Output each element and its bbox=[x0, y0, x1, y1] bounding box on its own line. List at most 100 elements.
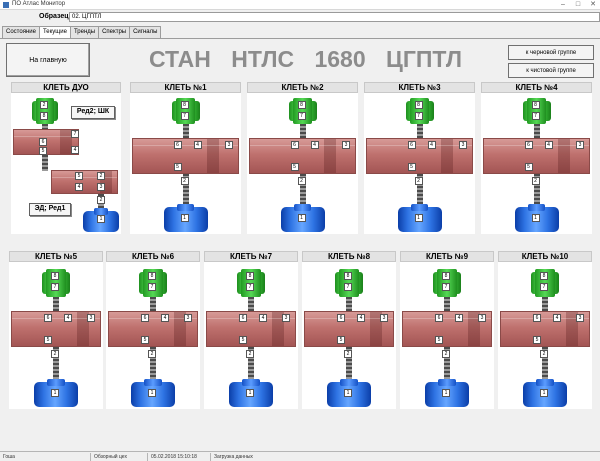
sensor-tag[interactable]: 2 bbox=[148, 350, 156, 358]
sensor-tag[interactable]: 2 bbox=[97, 172, 105, 180]
sensor-tag[interactable]: 6 bbox=[533, 314, 541, 322]
sensor-tag[interactable]: 7 bbox=[71, 130, 79, 138]
tab-signals[interactable]: Сигналы bbox=[129, 26, 162, 38]
stand-panel[interactable]: КЛЕТЬ №7 8 7 6 4 3 5 2 1 bbox=[204, 251, 298, 409]
sensor-tag[interactable]: 2 bbox=[531, 177, 540, 185]
sensor-tag[interactable]: 3 bbox=[459, 141, 467, 149]
sensor-tag[interactable]: 8 bbox=[540, 272, 548, 280]
sensor-tag[interactable]: 2 bbox=[344, 350, 352, 358]
sensor-tag[interactable]: 4 bbox=[553, 314, 561, 322]
sensor-tag[interactable]: 7 bbox=[148, 283, 156, 291]
sensor-tag[interactable]: 7 bbox=[442, 283, 450, 291]
sensor-tag[interactable]: 1 bbox=[531, 214, 540, 222]
sensor-tag[interactable]: 4 bbox=[427, 141, 436, 149]
sensor-tag[interactable]: 2 bbox=[442, 350, 450, 358]
sensor-tag[interactable]: 3 bbox=[380, 314, 388, 322]
sensor-tag[interactable]: 1 bbox=[246, 389, 254, 397]
sample-field[interactable]: 02. ЦГПТЛ bbox=[69, 12, 600, 22]
tab-trends[interactable]: Тренды bbox=[69, 26, 100, 38]
tab-status[interactable]: Состояние bbox=[2, 26, 40, 38]
sensor-tag[interactable]: 8 bbox=[531, 101, 540, 109]
sensor-tag[interactable]: 4 bbox=[193, 141, 202, 149]
stand-panel[interactable]: КЛЕТЬ №2 8 7 6 4 3 5 2 1 bbox=[247, 82, 358, 234]
sensor-tag[interactable]: 7 bbox=[51, 283, 59, 291]
sensor-tag[interactable]: 8 bbox=[180, 101, 189, 109]
stand-panel[interactable]: КЛЕТЬ №5 8 7 6 4 3 5 2 1 bbox=[9, 251, 103, 409]
sensor-tag[interactable]: 3 bbox=[342, 141, 350, 149]
sensor-tag[interactable]: 6 bbox=[39, 138, 47, 146]
reducer-info-button[interactable]: Ред2; ШК bbox=[71, 106, 115, 119]
stand-panel[interactable]: КЛЕТЬ №4 8 7 6 4 3 5 2 1 bbox=[481, 82, 592, 234]
sensor-tag[interactable]: 8 bbox=[442, 272, 450, 280]
sensor-tag[interactable]: 1 bbox=[540, 389, 548, 397]
sensor-tag[interactable]: 2 bbox=[40, 101, 48, 109]
finish-group-button[interactable]: к чистовой группе bbox=[508, 63, 594, 78]
stand-panel[interactable]: КЛЕТЬ №1 8 7 6 4 3 5 2 1 bbox=[130, 82, 241, 234]
sensor-tag[interactable]: 4 bbox=[64, 314, 72, 322]
sensor-tag[interactable]: 6 bbox=[435, 314, 443, 322]
home-button[interactable]: На главную bbox=[6, 43, 90, 77]
sensor-tag[interactable]: 4 bbox=[544, 141, 553, 149]
motor-info-button[interactable]: ЭД; Ред1 bbox=[29, 203, 71, 216]
sensor-tag[interactable]: 1 bbox=[442, 389, 450, 397]
sensor-tag[interactable]: 7 bbox=[246, 283, 254, 291]
sensor-tag[interactable]: 3 bbox=[97, 183, 105, 191]
sensor-tag[interactable]: 8 bbox=[246, 272, 254, 280]
sensor-tag[interactable]: 1 bbox=[297, 214, 306, 222]
rough-group-button[interactable]: к черновой группе bbox=[508, 45, 594, 60]
sensor-tag[interactable]: 1 bbox=[97, 215, 105, 223]
sensor-tag[interactable]: 4 bbox=[161, 314, 169, 322]
sensor-tag[interactable]: 2 bbox=[297, 177, 306, 185]
sensor-tag[interactable]: 8 bbox=[40, 112, 48, 120]
sensor-tag[interactable]: 2 bbox=[51, 350, 59, 358]
sensor-tag[interactable]: 2 bbox=[97, 196, 105, 204]
close-icon[interactable]: ✕ bbox=[588, 1, 598, 9]
sensor-tag[interactable]: 5 bbox=[239, 336, 247, 344]
sensor-tag[interactable]: 6 bbox=[337, 314, 345, 322]
sensor-tag[interactable]: 8 bbox=[414, 101, 423, 109]
sensor-tag[interactable]: 8 bbox=[148, 272, 156, 280]
sensor-tag[interactable]: 2 bbox=[414, 177, 423, 185]
sensor-tag[interactable]: 5 bbox=[524, 163, 533, 171]
maximize-icon[interactable]: □ bbox=[573, 1, 583, 9]
sensor-tag[interactable]: 7 bbox=[531, 112, 540, 120]
sensor-tag[interactable]: 5 bbox=[141, 336, 149, 344]
stand-panel[interactable]: КЛЕТЬ №9 8 7 6 4 3 5 2 1 bbox=[400, 251, 494, 409]
sensor-tag[interactable]: 3 bbox=[576, 314, 584, 322]
sensor-tag[interactable]: 8 bbox=[297, 101, 306, 109]
sensor-tag[interactable]: 2 bbox=[540, 350, 548, 358]
sensor-tag[interactable]: 7 bbox=[297, 112, 306, 120]
tab-spectra[interactable]: Спектры bbox=[98, 26, 131, 38]
sensor-tag[interactable]: 4 bbox=[455, 314, 463, 322]
sensor-tag[interactable]: 4 bbox=[357, 314, 365, 322]
stand-panel[interactable]: КЛЕТЬ №3 8 7 6 4 3 5 2 1 bbox=[364, 82, 475, 234]
sensor-tag[interactable]: 7 bbox=[540, 283, 548, 291]
sensor-tag[interactable]: 1 bbox=[51, 389, 59, 397]
sensor-tag[interactable]: 3 bbox=[282, 314, 290, 322]
stand-panel[interactable]: КЛЕТЬ №10 8 7 6 4 3 5 2 1 bbox=[498, 251, 592, 409]
sensor-tag[interactable]: 8 bbox=[51, 272, 59, 280]
sensor-tag[interactable]: 6 bbox=[141, 314, 149, 322]
sensor-tag[interactable]: 5 bbox=[337, 336, 345, 344]
sensor-tag[interactable]: 5 bbox=[44, 336, 52, 344]
stand-panel[interactable]: КЛЕТЬ №8 8 7 6 4 3 5 2 1 bbox=[302, 251, 396, 409]
sensor-tag[interactable]: 6 bbox=[290, 141, 299, 149]
sensor-tag[interactable]: 3 bbox=[184, 314, 192, 322]
sensor-tag[interactable]: 6 bbox=[524, 141, 533, 149]
sensor-tag[interactable]: 5 bbox=[533, 336, 541, 344]
sensor-tag[interactable]: 3 bbox=[87, 314, 95, 322]
sensor-tag[interactable]: 1 bbox=[148, 389, 156, 397]
minimize-icon[interactable]: – bbox=[558, 1, 568, 9]
sensor-tag[interactable]: 5 bbox=[75, 172, 83, 180]
sensor-tag[interactable]: 5 bbox=[435, 336, 443, 344]
sensor-tag[interactable]: 1 bbox=[414, 214, 423, 222]
sensor-tag[interactable]: 1 bbox=[180, 214, 189, 222]
sensor-tag[interactable]: 5 bbox=[39, 147, 47, 155]
sensor-tag[interactable]: 3 bbox=[478, 314, 486, 322]
sensor-tag[interactable]: 3 bbox=[225, 141, 233, 149]
sensor-tag[interactable]: 4 bbox=[71, 146, 79, 154]
sensor-tag[interactable]: 4 bbox=[259, 314, 267, 322]
sensor-tag[interactable]: 5 bbox=[173, 163, 182, 171]
sensor-tag[interactable]: 7 bbox=[414, 112, 423, 120]
sensor-tag[interactable]: 2 bbox=[180, 177, 189, 185]
